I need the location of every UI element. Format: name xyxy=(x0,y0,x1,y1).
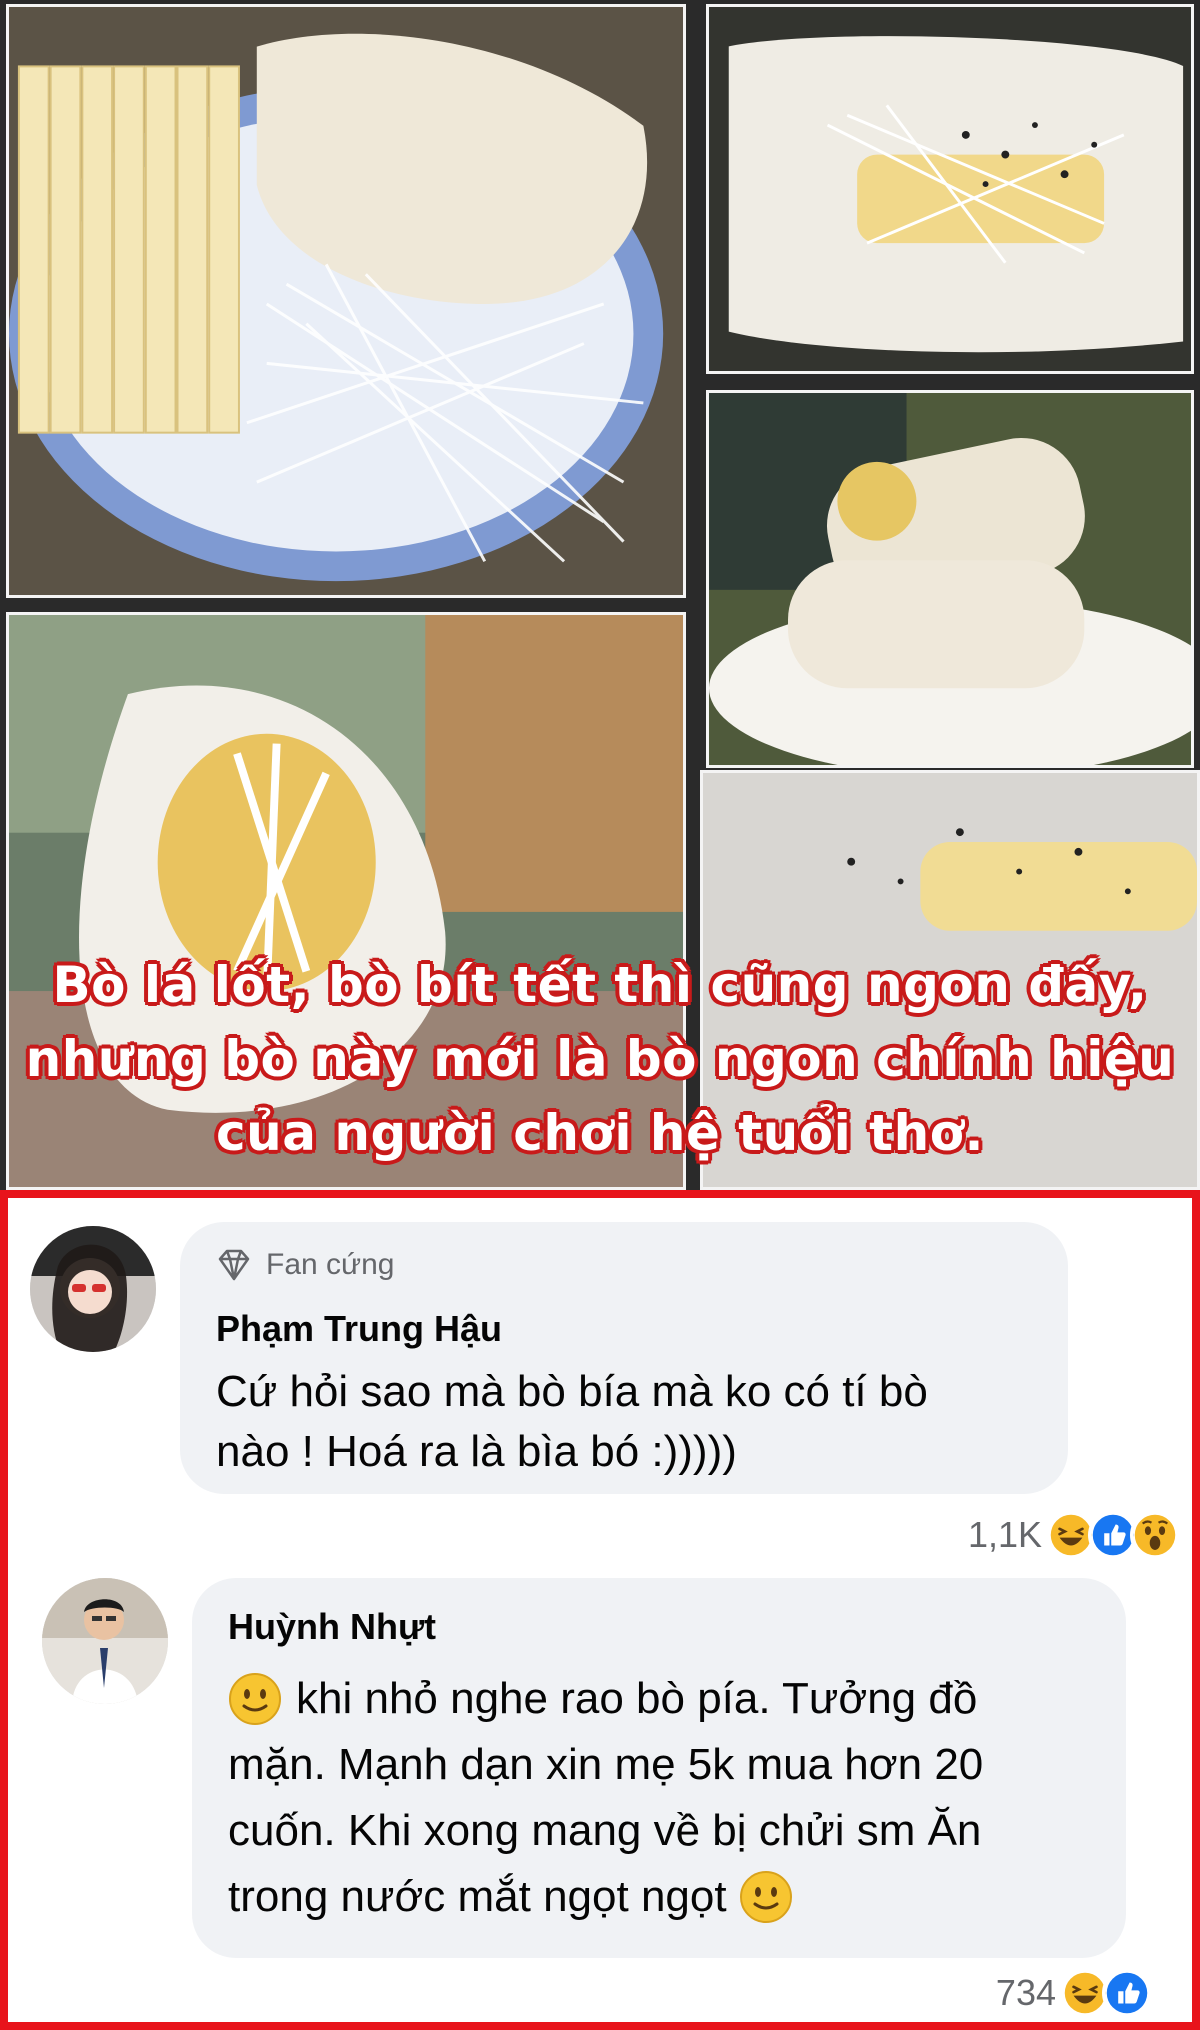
comment-text: khi nhỏ nghe rao bò pía. Tưởng đồ mặn. M… xyxy=(228,1666,1098,1930)
like-icon xyxy=(1102,1968,1152,2018)
photo-rolled-crepes xyxy=(706,390,1194,768)
diamond-icon xyxy=(218,1249,250,1281)
comment-text-line: khi nhỏ nghe rao bò pía. Tưởng đồ xyxy=(228,1666,1098,1732)
badge-label: Fan cứng xyxy=(266,1248,395,1281)
slight-smile-icon xyxy=(739,1870,793,1924)
slight-smile-icon xyxy=(228,1672,282,1726)
caption-line: của người chơi hệ tuổi thơ. xyxy=(215,1104,985,1162)
reaction-summary[interactable]: 1,1K xyxy=(968,1510,1180,1560)
comment-text-line: mặn. Mạnh dạn xin mẹ 5k mua hơn 20 xyxy=(228,1740,984,1789)
photo-rolling-crepe xyxy=(706,4,1194,374)
post-caption: Bò lá lốt, bò bít tết thì cũng ngon đấy,… xyxy=(0,948,1200,1170)
reaction-count: 1,1K xyxy=(967,1514,1042,1555)
top-fan-badge[interactable]: Fan cứng xyxy=(216,1248,394,1282)
reaction-summary[interactable]: 734 xyxy=(996,1968,1152,2018)
comment-text-line: cuốn. Khi xong mang về bị chửi sm Ăn xyxy=(228,1806,982,1855)
comment-text-segment: khi nhỏ nghe rao bò pía. Tưởng đồ xyxy=(296,1674,978,1723)
comment-author[interactable]: Phạm Trung Hậu xyxy=(216,1308,502,1350)
comment-author[interactable]: Huỳnh Nhựt xyxy=(228,1606,436,1648)
reaction-count: 734 xyxy=(995,1972,1056,2013)
comment-bubble: Fan cứng Phạm Trung Hậu Cứ hỏi sao mà bò… xyxy=(180,1222,1068,1494)
comment-text: Cứ hỏi sao mà bò bía mà ko có tí bò nào … xyxy=(216,1362,1036,1482)
wow-icon xyxy=(1130,1510,1180,1560)
caption-line: nhưng bò này mới là bò ngon chính hiệu xyxy=(25,1030,1175,1088)
photo-ingredients-plate xyxy=(6,4,686,598)
comment-text-segment: trong nước mắt ngọt ngọt xyxy=(228,1872,727,1921)
comment-text-line: Cứ hỏi sao mà bò bía mà ko có tí bò xyxy=(216,1367,928,1416)
comment-text-line: nào ! Hoá ra là bìa bó :))))) xyxy=(216,1427,737,1476)
caption-line: Bò lá lốt, bò bít tết thì cũng ngon đấy, xyxy=(52,956,1148,1014)
avatar[interactable] xyxy=(42,1578,168,1704)
comment-bubble: Huỳnh Nhựt khi nhỏ nghe rao bò pía. Tưởn… xyxy=(192,1578,1126,1958)
comments-section: Fan cứng Phạm Trung Hậu Cứ hỏi sao mà bò… xyxy=(0,1190,1200,2030)
post-image-collage[interactable]: Bò lá lốt, bò bít tết thì cũng ngon đấy,… xyxy=(0,0,1200,1190)
avatar[interactable] xyxy=(30,1226,156,1352)
comment-text-line: trong nước mắt ngọt ngọt xyxy=(228,1864,1098,1930)
